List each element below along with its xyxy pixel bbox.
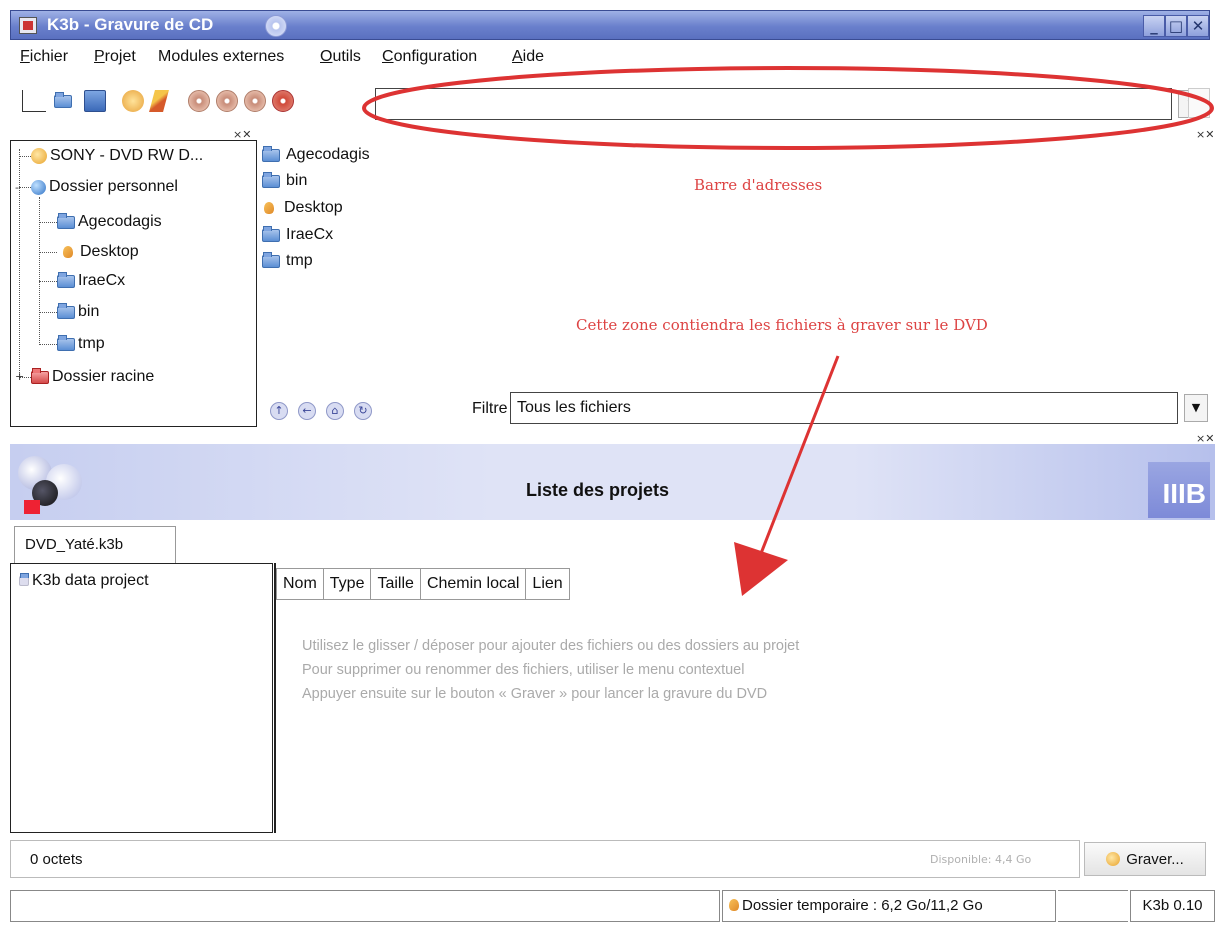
tree-item-agecodagis[interactable]: Agecodagis	[57, 211, 162, 233]
new-project-icon[interactable]	[22, 90, 46, 112]
file-item-tmp[interactable]: tmp	[262, 250, 313, 272]
folder-icon	[262, 251, 280, 268]
hint-context-menu: Pour supprimer ou renommer des fichiers,…	[302, 662, 745, 678]
tree-item-bin[interactable]: bin	[57, 301, 99, 323]
tree-item-dossier-racine[interactable]: Dossier racine	[31, 366, 154, 388]
file-item-iraecx[interactable]: IraeCx	[262, 224, 333, 246]
maximize-button[interactable]: □	[1165, 15, 1187, 37]
menu-modules-externes[interactable]: Modules externes	[158, 48, 284, 66]
dvd-drive-icon	[31, 148, 47, 164]
column-taille[interactable]: Taille	[371, 568, 421, 600]
folder-icon	[262, 225, 280, 242]
back-arrow-icon[interactable]: ←	[298, 402, 316, 420]
tree-item-tmp[interactable]: tmp	[57, 333, 105, 355]
folder-icon	[57, 212, 75, 229]
available-space: Disponible: 4,4 Go	[930, 853, 1032, 866]
disc-icon	[265, 15, 287, 37]
folder-icon	[57, 271, 75, 288]
filter-select[interactable]: Tous les fichiers	[510, 392, 1178, 424]
tree-item-sony-dvd[interactable]: SONY - DVD RW D...	[31, 145, 203, 167]
menu-outils[interactable]: Outils	[320, 48, 361, 66]
tree-item-desktop[interactable]: Desktop	[61, 241, 139, 263]
project-size: 0 octets	[30, 851, 83, 868]
directory-tree: - + SONY - DVD RW D... Dossier personnel…	[10, 140, 257, 427]
format-disc-icon[interactable]	[272, 90, 294, 112]
hint-drag-drop: Utilisez le glisser / déposer pour ajout…	[302, 638, 800, 654]
status-version: K3b 0.10	[1130, 890, 1215, 922]
status-spacer	[1058, 890, 1128, 922]
file-item-bin[interactable]: bin	[262, 170, 307, 192]
window-title: K3b - Gravure de CD	[47, 15, 214, 34]
project-tree: K3b data project	[10, 563, 273, 833]
file-item-desktop[interactable]: Desktop	[262, 197, 343, 219]
copy-cd-icon[interactable]	[188, 90, 210, 112]
column-nom[interactable]: Nom	[276, 568, 324, 600]
status-temp-dir: Dossier temporaire : 6,2 Go/11,2 Go	[722, 890, 1056, 922]
close-button[interactable]: ✕	[1187, 15, 1209, 37]
k3b-mascot-icon	[18, 450, 92, 514]
column-headers: Nom Type Taille Chemin local Lien	[276, 568, 570, 600]
tab-dvd-yate[interactable]: DVD_Yaté.k3b	[14, 526, 176, 564]
root-folder-icon	[31, 367, 49, 384]
reload-icon[interactable]: ↻	[354, 402, 372, 420]
column-lien[interactable]: Lien	[526, 568, 570, 600]
home-icon[interactable]: ⌂	[326, 402, 344, 420]
edit-icon[interactable]	[149, 90, 169, 112]
file-item-agecodagis[interactable]: Agecodagis	[262, 144, 370, 166]
title-bar[interactable]: K3b - Gravure de CD _ □ ✕	[10, 10, 1210, 40]
status-bar: Dossier temporaire : 6,2 Go/11,2 Go K3b …	[10, 890, 1215, 922]
tree-item-k3b-data-project[interactable]: K3b data project	[19, 570, 149, 592]
folder-icon	[262, 145, 280, 162]
burn-icon[interactable]	[122, 90, 144, 112]
home-icon	[31, 179, 46, 195]
folder-icon	[57, 302, 75, 319]
annotation-address-bar: Barre d'adresses	[694, 176, 823, 194]
folder-icon	[262, 171, 280, 188]
hint-burn-button: Appuyer ensuite sur le bouton « Graver »…	[302, 686, 768, 702]
column-chemin-local[interactable]: Chemin local	[420, 568, 527, 600]
up-arrow-icon[interactable]: ↑	[270, 402, 288, 420]
k3b-logo: IIIB	[1148, 462, 1210, 518]
tree-item-dossier-personnel[interactable]: Dossier personnel	[31, 176, 178, 198]
projects-banner-title: Liste des projets	[526, 480, 670, 500]
folder-icon	[57, 334, 75, 351]
desktop-icon	[61, 244, 77, 260]
open-folder-icon[interactable]	[54, 90, 76, 112]
k3b-app-icon	[19, 17, 37, 34]
menu-projet[interactable]: Projet	[94, 48, 136, 66]
annotation-drop-zone: Cette zone contiendra les fichiers à gra…	[576, 316, 988, 334]
desktop-icon	[262, 200, 278, 216]
erase-disc-icon[interactable]	[244, 90, 266, 112]
burn-button[interactable]: Graver...	[1084, 842, 1206, 876]
status-message	[10, 890, 720, 922]
folder-green-icon	[727, 897, 739, 911]
column-type[interactable]: Type	[323, 568, 372, 600]
data-project-icon	[19, 573, 29, 586]
menu-fichier[interactable]: Fichier	[20, 48, 68, 66]
filter-dropdown-icon[interactable]: ▼	[1184, 394, 1208, 422]
copy-dvd-icon[interactable]	[216, 90, 238, 112]
minimize-button[interactable]: _	[1143, 15, 1165, 37]
annotation-ellipse	[362, 66, 1214, 150]
tree-item-iraecx[interactable]: IraeCx	[57, 270, 125, 292]
project-size-bar	[10, 840, 1080, 878]
navigation-buttons: ↑ ← ⌂ ↻	[270, 402, 430, 422]
burn-icon	[1106, 852, 1121, 866]
save-icon[interactable]	[84, 90, 106, 112]
